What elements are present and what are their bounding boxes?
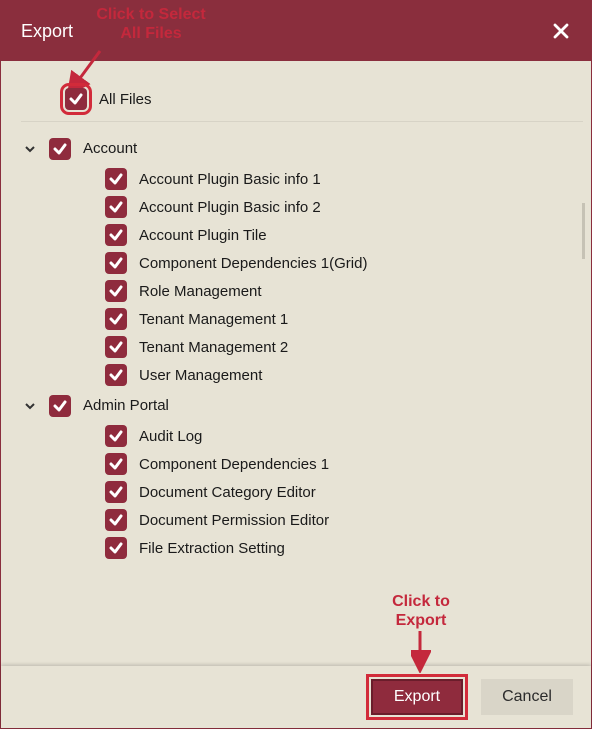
checkmark-icon	[109, 541, 123, 555]
checkmark-icon	[109, 485, 123, 499]
leaf-checkbox[interactable]	[105, 224, 127, 246]
group-label: Admin Portal	[83, 392, 169, 419]
dialog-header: Export	[1, 1, 591, 61]
leaf-checkbox[interactable]	[105, 336, 127, 358]
file-tree: All Files Account Account Plugin Basic i…	[1, 61, 591, 666]
checkmark-icon	[53, 142, 67, 156]
dialog-footer: Export Cancel	[1, 666, 591, 728]
group-checkbox[interactable]	[49, 395, 71, 417]
leaf-label: Component Dependencies 1	[139, 454, 329, 475]
leaf-checkbox[interactable]	[105, 509, 127, 531]
leaf-label: User Management	[139, 365, 262, 386]
leaf-checkbox[interactable]	[105, 425, 127, 447]
tree-root-row: All Files	[21, 85, 583, 113]
tree-leaf-row: Account Plugin Tile	[21, 221, 583, 249]
leaf-label: Document Permission Editor	[139, 510, 329, 531]
checkmark-icon	[109, 256, 123, 270]
leaf-label: Role Management	[139, 281, 262, 302]
scrollbar-thumb[interactable]	[582, 203, 585, 259]
leaf-checkbox[interactable]	[105, 308, 127, 330]
divider	[21, 121, 583, 122]
leaf-checkbox[interactable]	[105, 364, 127, 386]
group-label: Account	[83, 135, 137, 162]
tree-leaf-row: Component Dependencies 1	[21, 450, 583, 478]
leaf-label: Account Plugin Tile	[139, 225, 267, 246]
leaf-label: Tenant Management 1	[139, 309, 288, 330]
checkmark-icon	[109, 172, 123, 186]
close-icon	[553, 23, 569, 39]
checkmark-icon	[109, 200, 123, 214]
checkmark-icon	[109, 429, 123, 443]
leaf-checkbox[interactable]	[105, 481, 127, 503]
checkmark-icon	[109, 228, 123, 242]
tree-leaf-row: Role Management	[21, 277, 583, 305]
export-button[interactable]: Export	[371, 679, 463, 715]
chevron-down-icon[interactable]	[21, 397, 39, 415]
leaf-label: Account Plugin Basic info 1	[139, 169, 321, 190]
export-dialog: Click to Select All Files Click to Expor…	[0, 0, 592, 729]
tree-leaf-row: Audit Log	[21, 422, 583, 450]
checkmark-icon	[109, 368, 123, 382]
checkmark-icon	[109, 457, 123, 471]
leaf-label: Document Category Editor	[139, 482, 316, 503]
leaf-label: Tenant Management 2	[139, 337, 288, 358]
tree-leaf-row: Document Permission Editor	[21, 506, 583, 534]
chevron-down-icon[interactable]	[21, 140, 39, 158]
tree-leaf-row: Document Category Editor	[21, 478, 583, 506]
tree-leaf-row: Tenant Management 2	[21, 333, 583, 361]
checkmark-icon	[109, 340, 123, 354]
tree-leaf-row: Account Plugin Basic info 2	[21, 193, 583, 221]
leaf-checkbox[interactable]	[105, 168, 127, 190]
tree-group-row: Admin Portal	[21, 389, 583, 422]
tree-leaf-row: Account Plugin Basic info 1	[21, 165, 583, 193]
leaf-label: Audit Log	[139, 426, 202, 447]
leaf-checkbox[interactable]	[105, 252, 127, 274]
leaf-label: Account Plugin Basic info 2	[139, 197, 321, 218]
leaf-label: File Extraction Setting	[139, 538, 285, 559]
leaf-checkbox[interactable]	[105, 537, 127, 559]
dialog-title: Export	[21, 21, 73, 42]
tree-leaf-row: Component Dependencies 1(Grid)	[21, 249, 583, 277]
checkmark-icon	[53, 399, 67, 413]
tree-group-row: Account	[21, 132, 583, 165]
checkmark-icon	[109, 284, 123, 298]
leaf-checkbox[interactable]	[105, 196, 127, 218]
cancel-button[interactable]: Cancel	[481, 679, 573, 715]
tree-leaf-row: File Extraction Setting	[21, 534, 583, 562]
all-files-label: All Files	[99, 89, 152, 110]
checkmark-icon	[69, 92, 83, 106]
tree-leaf-row: Tenant Management 1	[21, 305, 583, 333]
leaf-checkbox[interactable]	[105, 453, 127, 475]
close-button[interactable]	[549, 19, 573, 43]
tree-leaf-row: User Management	[21, 361, 583, 389]
checkmark-icon	[109, 312, 123, 326]
all-files-checkbox[interactable]	[65, 88, 87, 110]
checkmark-icon	[109, 513, 123, 527]
leaf-checkbox[interactable]	[105, 280, 127, 302]
group-checkbox[interactable]	[49, 138, 71, 160]
leaf-label: Component Dependencies 1(Grid)	[139, 253, 367, 274]
